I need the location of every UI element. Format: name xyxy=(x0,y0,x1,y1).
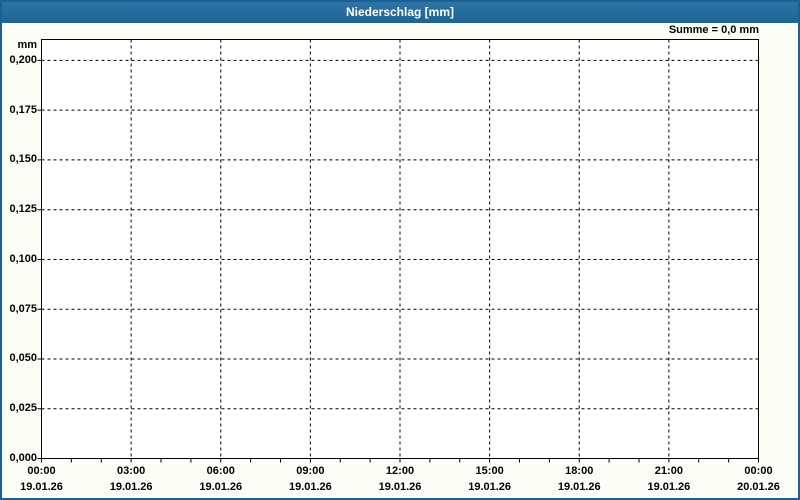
x-tick-time-label: 12:00 xyxy=(385,464,415,477)
plot-grid-canvas xyxy=(37,39,759,463)
x-tick-time-label: 18:00 xyxy=(565,464,594,477)
x-tick-date-label: 19.01.26 xyxy=(557,480,601,493)
y-tick-label: 0,025 xyxy=(9,402,37,415)
x-tick-time-label: 21:00 xyxy=(654,464,683,477)
x-tick-date-label: 19.01.26 xyxy=(647,480,691,493)
x-tick-time-label: 00:00 xyxy=(27,464,56,477)
x-tick-date-label: 20.01.26 xyxy=(737,480,780,493)
x-tick-date-label: 19.01.26 xyxy=(378,480,422,493)
x-tick-date-label: 19.01.26 xyxy=(199,480,243,493)
y-tick-label: 0,150 xyxy=(9,153,37,166)
chart-window: Niederschlag [mm] Summe = 0,0 mm mm 0,00… xyxy=(0,0,800,500)
x-tick-date-label: 19.01.26 xyxy=(20,480,63,493)
x-tick-time-label: 00:00 xyxy=(744,464,773,477)
x-tick-time-label: 15:00 xyxy=(475,464,504,477)
x-tick-date-label: 19.01.26 xyxy=(288,480,332,493)
y-tick-label: 0,100 xyxy=(9,252,37,265)
x-tick-date-label: 19.01.26 xyxy=(468,480,512,493)
y-tick-label: 0,000 xyxy=(9,452,37,464)
x-tick-time-label: 09:00 xyxy=(296,464,325,477)
x-tick-time-label: 06:00 xyxy=(206,464,235,477)
x-tick-time-label: 03:00 xyxy=(117,464,146,477)
y-tick-label: 0,175 xyxy=(9,103,37,116)
y-tick-label: 0,200 xyxy=(9,53,37,66)
y-tick-label: 0,075 xyxy=(9,302,37,315)
y-tick-label: 0,125 xyxy=(9,203,37,216)
y-tick-label: 0,050 xyxy=(9,352,37,365)
x-tick-date-label: 19.01.26 xyxy=(109,480,153,493)
